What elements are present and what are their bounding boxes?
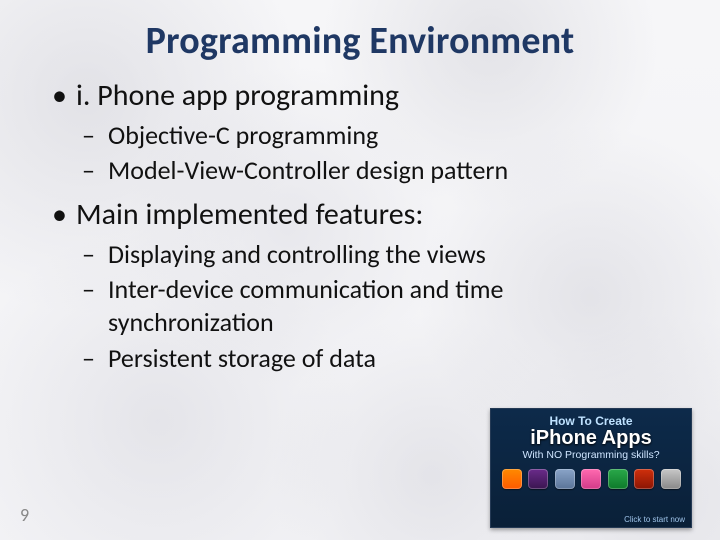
promo-line2: iPhone Apps <box>491 428 691 448</box>
sub-list: Objective-C programming Model-View-Contr… <box>76 119 672 188</box>
promo-line1: How To Create <box>491 414 691 428</box>
promo-image: How To Create iPhone Apps With NO Progra… <box>490 408 692 528</box>
bullet-list: i. Phone app programming Objective-C pro… <box>48 78 672 375</box>
page-number: 9 <box>20 504 29 526</box>
bullet-text: i. Phone app programming <box>76 77 399 114</box>
slide-title: Programming Environment <box>48 18 672 64</box>
sub-item: Model-View-Controller design pattern <box>108 154 672 187</box>
sub-item: Displaying and controlling the views <box>108 238 672 271</box>
promo-icon-row <box>491 469 691 489</box>
sub-item: Inter-device communication and time sync… <box>108 273 672 340</box>
app-icon <box>661 469 681 489</box>
app-icon <box>634 469 654 489</box>
sub-item: Persistent storage of data <box>108 342 672 375</box>
app-icon <box>608 469 628 489</box>
bullet-text: Main implemented features: <box>76 196 423 233</box>
app-icon <box>502 469 522 489</box>
promo-cta: Click to start now <box>624 515 685 524</box>
app-icon <box>581 469 601 489</box>
bullet-item: Main implemented features: Displaying an… <box>76 197 672 375</box>
bullet-item: i. Phone app programming Objective-C pro… <box>76 78 672 187</box>
app-icon <box>555 469 575 489</box>
app-icon <box>528 469 548 489</box>
sub-list: Displaying and controlling the views Int… <box>76 238 672 375</box>
slide: Programming Environment i. Phone app pro… <box>0 0 720 540</box>
promo-line3: With NO Programming skills? <box>491 449 691 461</box>
sub-item: Objective-C programming <box>108 119 672 152</box>
